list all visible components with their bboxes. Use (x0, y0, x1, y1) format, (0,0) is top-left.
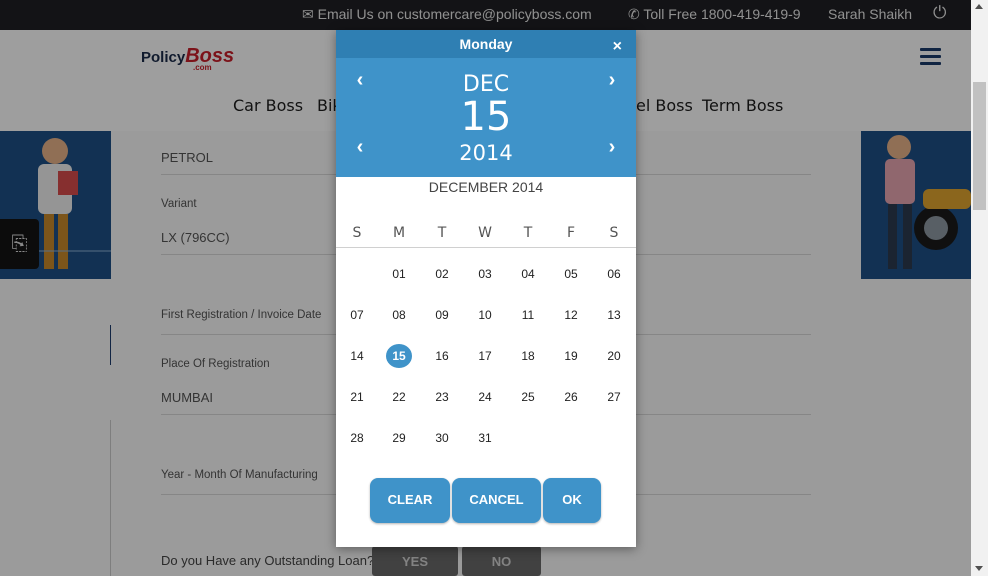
calendar-day[interactable]: 03 (471, 262, 499, 286)
calendar-day[interactable]: 26 (557, 385, 585, 409)
scroll-down-icon[interactable] (975, 566, 983, 571)
cancel-button[interactable]: CANCEL (452, 478, 541, 523)
calendar-day[interactable]: 21 (343, 385, 371, 409)
next-month-icon[interactable]: › (602, 69, 622, 92)
picker-day: 15 (460, 94, 512, 140)
weekday-header: S (352, 225, 362, 241)
weekday-header: T (523, 225, 533, 241)
next-year-icon[interactable]: › (602, 136, 622, 159)
ok-button[interactable]: OK (543, 478, 601, 523)
calendar-day[interactable]: 27 (600, 385, 628, 409)
clear-button[interactable]: CLEAR (370, 478, 450, 523)
calendar-day[interactable]: 01 (385, 262, 413, 286)
weekday-divider (336, 247, 636, 248)
calendar-day[interactable]: 30 (428, 426, 456, 450)
close-icon[interactable]: × (613, 38, 622, 56)
calendar-day[interactable]: 22 (385, 385, 413, 409)
calendar-day[interactable]: 25 (514, 385, 542, 409)
picker-weekday: Monday (459, 36, 513, 52)
picker-year: 2014 (459, 141, 513, 165)
calendar-day[interactable]: 19 (557, 344, 585, 368)
calendar-day[interactable]: 11 (514, 303, 542, 327)
weekday-header: T (437, 225, 447, 241)
calendar-day[interactable]: 02 (428, 262, 456, 286)
picker-weekday-bar: Monday × (336, 30, 636, 58)
calendar-day[interactable]: 14 (343, 344, 371, 368)
calendar-day[interactable]: 08 (385, 303, 413, 327)
weekday-header: W (478, 225, 492, 241)
calendar-day[interactable]: 05 (557, 262, 585, 286)
calendar-day[interactable]: 06 (600, 262, 628, 286)
calendar-day[interactable]: 20 (600, 344, 628, 368)
calendar-day[interactable]: 13 (600, 303, 628, 327)
calendar-day[interactable]: 16 (428, 344, 456, 368)
weekday-header: M (392, 225, 406, 241)
date-picker: Monday × ‹ DEC › 15 ‹ 2014 › DECEMBER 20… (336, 30, 636, 547)
calendar-day[interactable]: 28 (343, 426, 371, 450)
calendar-day[interactable]: 07 (343, 303, 371, 327)
calendar-title: DECEMBER 2014 (428, 179, 544, 195)
calendar-day[interactable]: 24 (471, 385, 499, 409)
calendar-day[interactable]: 23 (428, 385, 456, 409)
calendar-day[interactable]: 29 (385, 426, 413, 450)
picker-header: ‹ DEC › 15 ‹ 2014 › (336, 58, 636, 177)
calendar-day[interactable]: 10 (471, 303, 499, 327)
calendar-day[interactable]: 12 (557, 303, 585, 327)
calendar-day[interactable]: 17 (471, 344, 499, 368)
scrollbar[interactable] (971, 0, 988, 576)
selected-day[interactable]: 15 (386, 344, 412, 368)
scroll-thumb[interactable] (973, 82, 986, 210)
calendar-day[interactable]: 31 (471, 426, 499, 450)
calendar-day[interactable]: 18 (514, 344, 542, 368)
scroll-up-icon[interactable] (975, 4, 983, 9)
calendar-day[interactable]: 04 (514, 262, 542, 286)
weekday-header: F (566, 225, 576, 241)
weekday-header: S (609, 225, 619, 241)
calendar-day[interactable]: 09 (428, 303, 456, 327)
